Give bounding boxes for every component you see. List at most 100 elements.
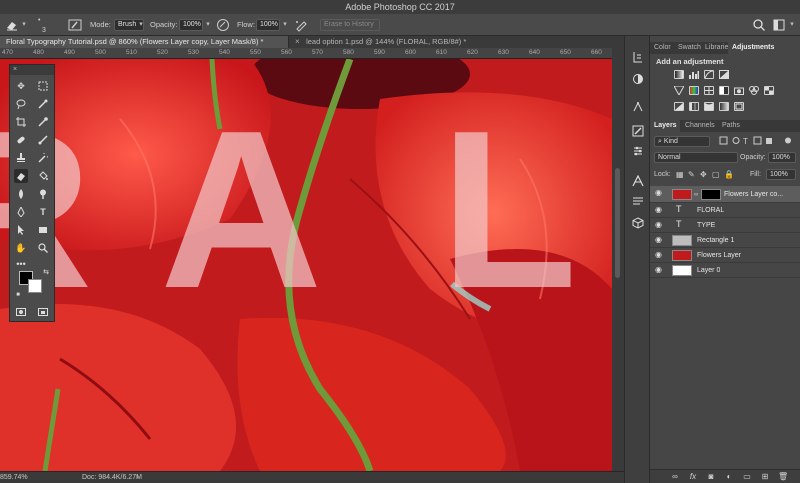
eraser-tool-icon[interactable] xyxy=(5,18,19,32)
layer-name[interactable]: Rectangle 1 xyxy=(697,233,734,248)
more-tools-icon[interactable]: ••• xyxy=(14,257,28,271)
lock-all-icon[interactable]: 🔒 xyxy=(724,170,734,179)
visibility-eye-icon[interactable]: ◉ xyxy=(655,221,663,229)
selective-color-icon[interactable] xyxy=(734,102,744,111)
layer-row-layer0[interactable]: ◉ Layer 0 xyxy=(650,263,800,278)
history-brush-tool-icon[interactable] xyxy=(36,151,50,165)
visibility-eye-icon[interactable]: ◉ xyxy=(655,266,663,274)
background-color-swatch[interactable] xyxy=(28,279,42,293)
curves-icon[interactable] xyxy=(704,70,714,79)
color-lookup-icon[interactable] xyxy=(764,86,774,95)
swap-colors-icon[interactable]: ⇆ xyxy=(42,268,50,276)
eraser-tool-icon[interactable] xyxy=(14,169,28,183)
brightness-contrast-icon[interactable] xyxy=(674,70,684,79)
new-group-icon[interactable]: ▭ xyxy=(742,472,752,482)
eyedropper-tool-icon[interactable] xyxy=(36,115,50,129)
mode-chevron-icon[interactable]: ▾ xyxy=(136,19,146,31)
lock-transparent-icon[interactable]: ▦ xyxy=(676,170,684,179)
layer-name[interactable]: FLORAL xyxy=(697,203,724,218)
layer-filter-select[interactable]: ⌕ Kind xyxy=(654,136,710,147)
lock-pixels-icon[interactable]: ✎ xyxy=(688,170,695,179)
threshold-icon[interactable] xyxy=(704,102,714,111)
path-selection-tool-icon[interactable] xyxy=(14,223,28,237)
delete-layer-icon[interactable]: 🗑 xyxy=(778,472,788,482)
character-panel-icon[interactable] xyxy=(631,174,645,188)
paths-panel-icon[interactable] xyxy=(631,100,645,114)
layer-name[interactable]: TYPE xyxy=(697,218,715,233)
close-tab-icon[interactable]: × xyxy=(295,36,304,48)
channel-mixer-icon[interactable] xyxy=(749,86,759,95)
screen-mode-icon[interactable] xyxy=(36,305,50,319)
layer-name[interactable]: Flowers Layer xyxy=(697,248,741,263)
layer-row-floral[interactable]: ◉ T FLORAL xyxy=(650,203,800,218)
lasso-tool-icon[interactable] xyxy=(14,97,28,111)
clone-source-icon[interactable] xyxy=(631,144,645,158)
close-icon[interactable]: × xyxy=(13,66,17,73)
move-tool-icon[interactable]: ✥ xyxy=(14,79,28,93)
brush-panel-icon[interactable] xyxy=(68,18,82,32)
layer-row-flowers[interactable]: ◉ Flowers Layer xyxy=(650,248,800,263)
opacity-chevron-icon[interactable]: ▾ xyxy=(203,19,213,31)
layer-style-button[interactable]: fx xyxy=(688,472,698,482)
adjustment-layer-icon[interactable]: ◐ xyxy=(724,472,734,482)
crop-tool-icon[interactable] xyxy=(14,115,28,129)
layer-row-rectangle[interactable]: ◉ Rectangle 1 xyxy=(650,233,800,248)
tools-panel-header[interactable]: × xyxy=(10,65,54,75)
clone-stamp-tool-icon[interactable] xyxy=(14,151,28,165)
tab-floral-typography[interactable]: Floral Typography Tutorial.psd @ 860% (F… xyxy=(0,36,288,48)
lock-artboard-icon[interactable]: ▢ xyxy=(712,170,720,179)
brush-settings-icon[interactable] xyxy=(631,124,645,138)
gradient-map-icon[interactable] xyxy=(719,102,729,111)
workspace-chevron-icon[interactable]: ▾ xyxy=(787,19,797,31)
workspace-icon[interactable] xyxy=(772,18,786,32)
quick-mask-icon[interactable] xyxy=(14,305,28,319)
layer-link-icon[interactable]: ∞ xyxy=(694,192,698,198)
pressure-opacity-icon[interactable] xyxy=(216,18,230,32)
scrollbar-thumb[interactable] xyxy=(615,168,620,278)
filter-type-icons[interactable]: T xyxy=(718,136,798,146)
posterize-icon[interactable] xyxy=(689,102,699,111)
new-layer-icon[interactable]: ⊞ xyxy=(760,472,770,482)
invert-icon[interactable] xyxy=(674,102,684,111)
layer-row-flowers-copy[interactable]: ◉ ∞ Flowers Layer co... xyxy=(650,186,800,203)
status-menu-chevron-icon[interactable]: › xyxy=(136,472,138,483)
search-icon[interactable] xyxy=(752,18,766,32)
flow-field[interactable]: 100% xyxy=(256,19,280,31)
opacity-field[interactable]: 100% xyxy=(179,19,203,31)
zoom-readout[interactable]: 859.74% xyxy=(0,472,28,483)
vibrance-icon[interactable] xyxy=(673,85,685,97)
tool-preset-chevron-icon[interactable]: ▾ xyxy=(19,19,29,31)
layer-row-type[interactable]: ◉ T TYPE xyxy=(650,218,800,233)
pen-tool-icon[interactable] xyxy=(14,205,28,219)
canvas-vertical-scrollbar[interactable] xyxy=(612,48,624,471)
dodge-tool-icon[interactable] xyxy=(36,187,50,201)
tab-color[interactable]: Color xyxy=(650,42,675,54)
paint-bucket-tool-icon[interactable] xyxy=(36,169,50,183)
exposure-icon[interactable] xyxy=(719,70,729,79)
tab-paths[interactable]: Paths xyxy=(718,120,744,132)
3d-panel-icon[interactable] xyxy=(631,216,645,230)
fill-field[interactable]: 100% xyxy=(766,169,796,180)
blur-tool-icon[interactable] xyxy=(14,187,28,201)
visibility-eye-icon[interactable]: ◉ xyxy=(655,236,663,244)
black-white-icon[interactable] xyxy=(719,86,729,95)
doc-size-readout[interactable]: Doc: 984.4K/6.27M xyxy=(82,472,142,483)
layer-mask-thumbnail[interactable] xyxy=(701,189,721,200)
type-tool-icon[interactable]: T xyxy=(36,205,50,219)
layer-opacity-field[interactable]: 100% xyxy=(768,152,796,163)
properties-panel-icon[interactable] xyxy=(631,72,645,86)
default-colors-icon[interactable]: ■ xyxy=(14,291,22,299)
levels-icon[interactable] xyxy=(689,70,699,79)
blend-mode-select[interactable]: Normal xyxy=(654,152,738,163)
tab-adjustments[interactable]: Adjustments xyxy=(728,42,800,54)
rectangle-tool-icon[interactable] xyxy=(36,223,50,237)
color-balance-icon[interactable] xyxy=(704,86,714,95)
document-canvas[interactable]: R A L xyxy=(0,59,612,471)
visibility-eye-icon[interactable]: ◉ xyxy=(655,206,663,214)
flow-chevron-icon[interactable]: ▾ xyxy=(280,19,290,31)
tab-layers[interactable]: Layers xyxy=(650,120,680,132)
visibility-eye-icon[interactable]: ◉ xyxy=(655,189,663,197)
lock-position-icon[interactable]: ✥ xyxy=(700,170,707,179)
tab-lead-option[interactable]: × lead option 1.psd @ 144% (FLORAL, RGB/… xyxy=(289,36,624,48)
paragraph-panel-icon[interactable] xyxy=(631,194,645,208)
